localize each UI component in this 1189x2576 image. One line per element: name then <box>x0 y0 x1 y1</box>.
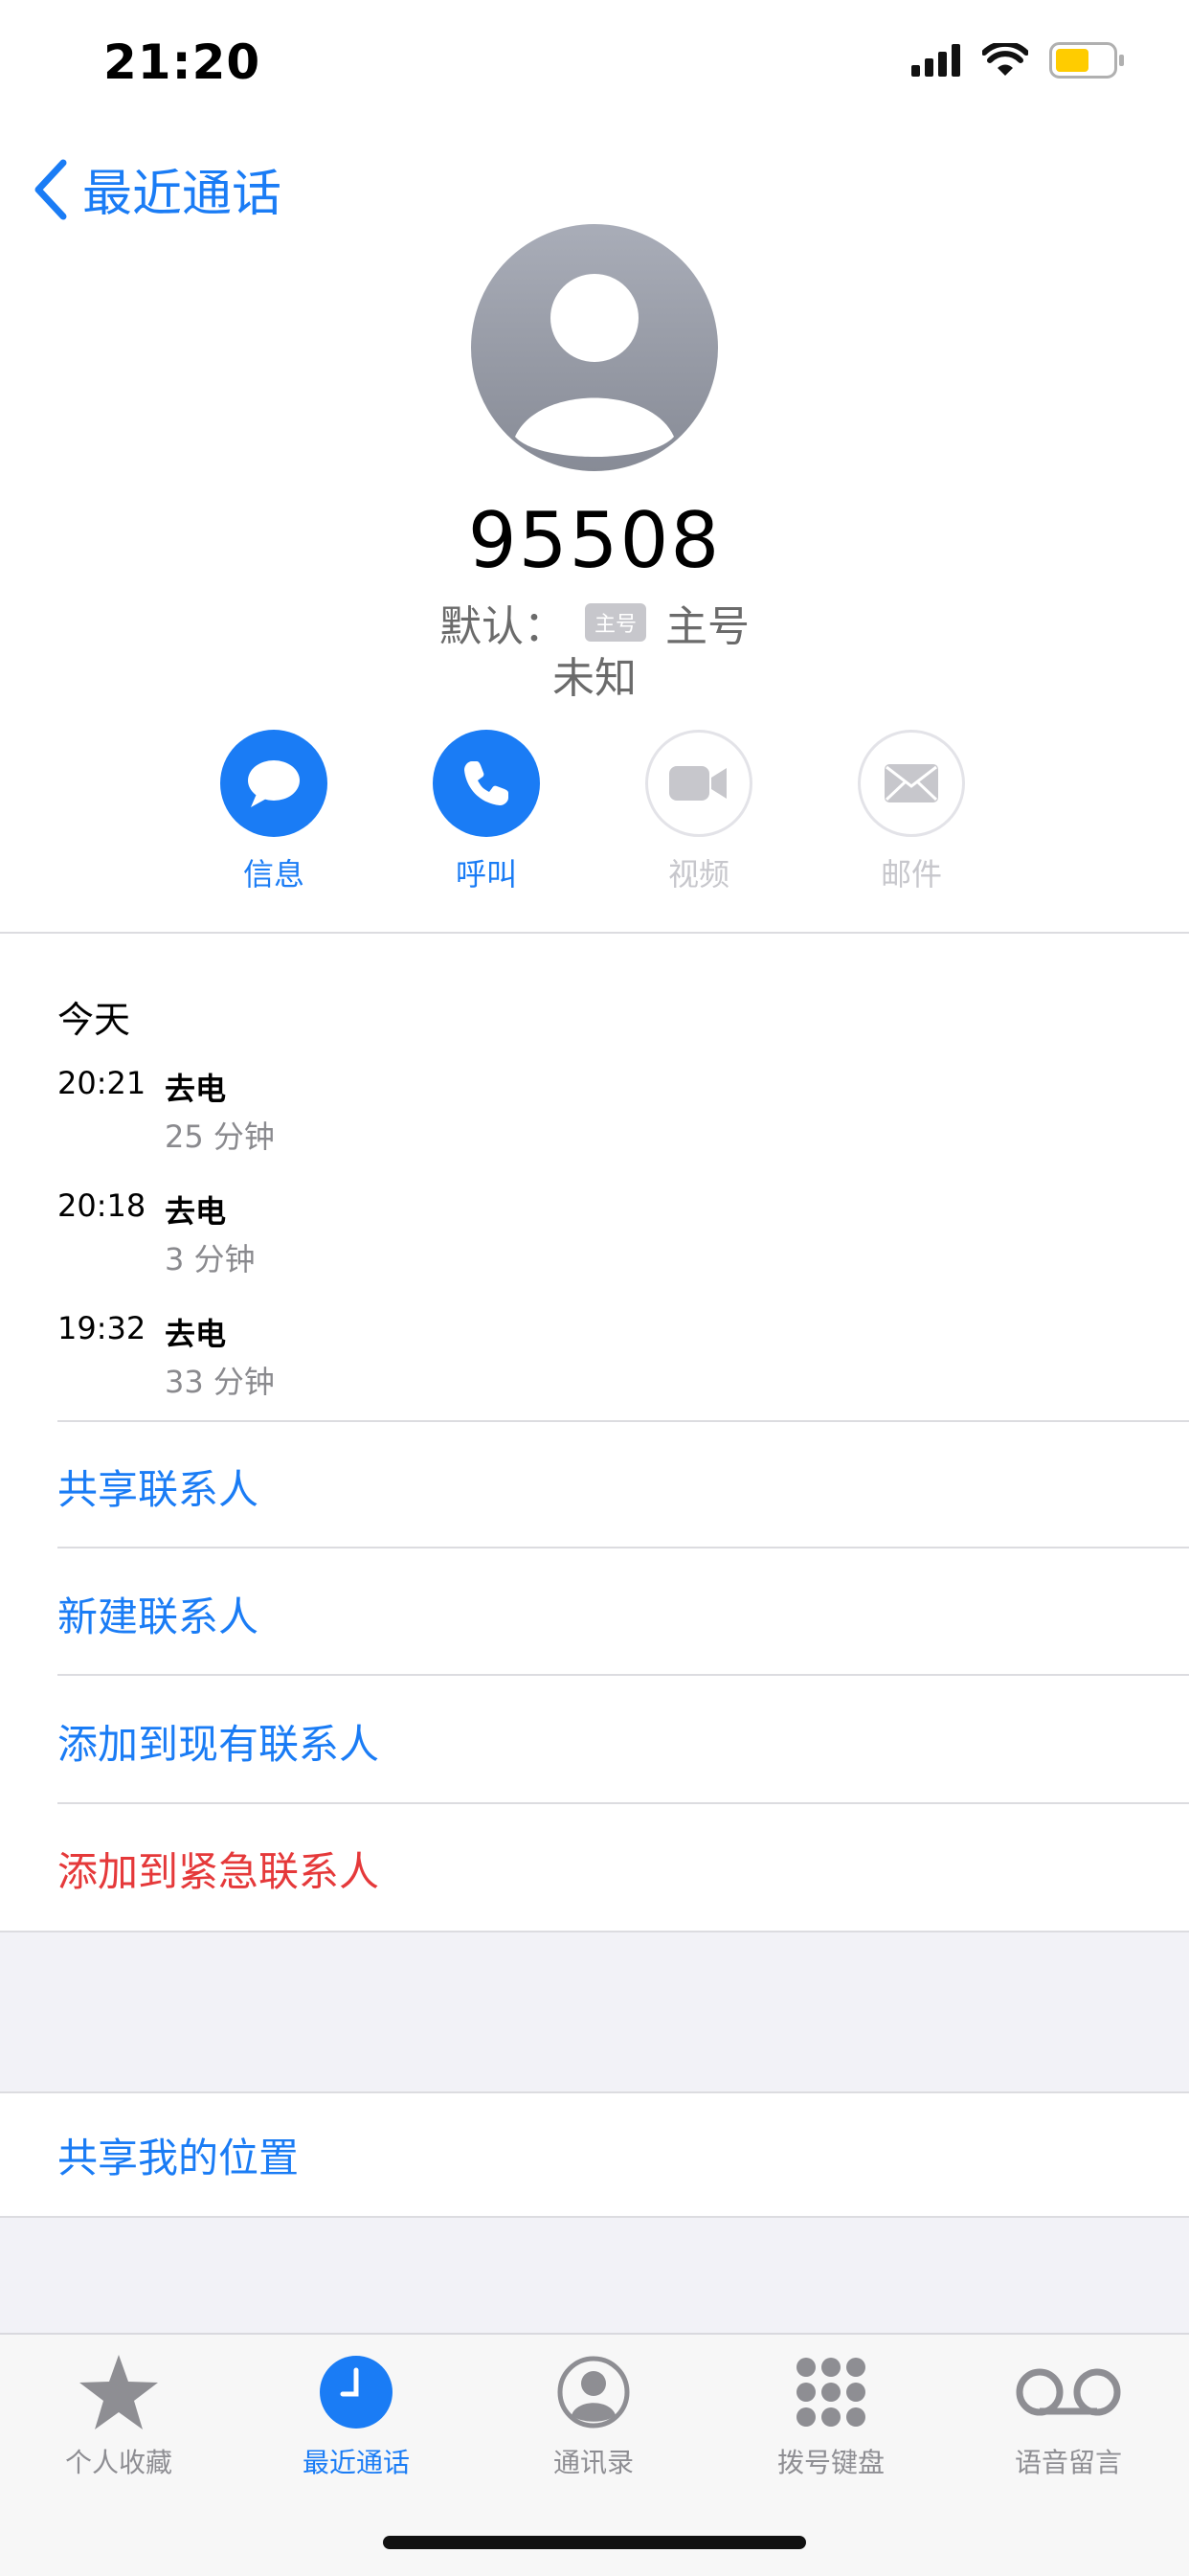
phone-icon <box>464 761 508 805</box>
battery-icon <box>1049 42 1124 79</box>
call-duration: 33 分钟 <box>165 1364 275 1400</box>
tab-label: 语音留言 <box>1014 2447 1122 2478</box>
tab-keypad[interactable]: 拨号键盘 <box>726 2346 936 2480</box>
cellular-signal-icon <box>911 44 960 77</box>
share-location-button[interactable]: 共享我的位置 <box>57 2126 299 2184</box>
star-icon <box>79 2355 158 2429</box>
message-circle[interactable] <box>220 730 327 837</box>
call-time: 19:32 <box>57 1310 146 1346</box>
tab-recents[interactable]: 最近通话 <box>251 2346 461 2480</box>
list-divider <box>57 1547 1189 1548</box>
avatar <box>471 224 718 471</box>
mail-circle <box>858 730 965 837</box>
add-to-existing-contact-button[interactable]: 添加到现有联系人 <box>57 1712 379 1771</box>
call-duration: 25 分钟 <box>165 1119 275 1155</box>
call-type: 去电 <box>165 1193 227 1230</box>
tab-contacts[interactable]: 通讯录 <box>488 2346 699 2480</box>
line-tag-badge: 主号 <box>584 603 646 642</box>
contact-number: 95508 <box>467 496 722 585</box>
group-separator <box>0 2216 1189 2335</box>
call-time: 20:21 <box>57 1065 146 1101</box>
message-button[interactable]: 信息 <box>220 730 327 894</box>
group-separator <box>0 1931 1189 2093</box>
home-indicator[interactable] <box>383 2536 806 2549</box>
video-button: 视频 <box>645 730 752 894</box>
recents-date-title: 今天 <box>57 999 131 1041</box>
wifi-icon <box>982 43 1028 76</box>
mail-icon <box>885 764 938 802</box>
tab-label: 拨号键盘 <box>776 2447 885 2478</box>
mail-label: 邮件 <box>880 856 942 893</box>
call-button[interactable]: 呼叫 <box>433 730 540 894</box>
mail-button: 邮件 <box>858 730 965 894</box>
tab-favorites[interactable]: 个人收藏 <box>13 2346 224 2480</box>
video-circle <box>645 730 752 837</box>
voicemail-icon <box>1016 2368 1121 2416</box>
back-label: 最近通话 <box>82 166 282 223</box>
call-label: 呼叫 <box>455 856 517 893</box>
tab-label: 最近通话 <box>302 2447 410 2478</box>
call-duration: 3 分钟 <box>165 1241 256 1277</box>
create-contact-button[interactable]: 新建联系人 <box>57 1585 258 1643</box>
video-icon <box>669 766 727 801</box>
share-contact-button[interactable]: 共享联系人 <box>57 1457 258 1516</box>
call-time: 20:18 <box>57 1187 146 1224</box>
tab-label: 个人收藏 <box>64 2447 172 2478</box>
tab-voicemail[interactable]: 语音留言 <box>963 2346 1174 2480</box>
list-divider <box>57 1420 1189 1422</box>
location-text: 未知 <box>552 654 637 703</box>
person-silhouette-icon <box>515 274 674 457</box>
status-time: 21:20 <box>103 34 261 90</box>
section-divider <box>0 932 1189 934</box>
add-emergency-contact-button[interactable]: 添加到紧急联系人 <box>57 1840 379 1898</box>
call-circle[interactable] <box>433 730 540 837</box>
video-label: 视频 <box>667 856 729 893</box>
message-icon <box>248 760 300 807</box>
person-circle-icon <box>557 2356 630 2429</box>
tab-label: 通讯录 <box>552 2447 634 2478</box>
message-label: 信息 <box>242 856 304 893</box>
call-type: 去电 <box>165 1071 227 1107</box>
list-divider <box>57 1802 1189 1804</box>
list-divider <box>57 1674 1189 1676</box>
keypad-icon <box>796 2358 865 2427</box>
call-type: 去电 <box>165 1316 227 1352</box>
clock-icon <box>320 2356 393 2429</box>
chevron-left-icon <box>34 159 67 219</box>
back-button[interactable]: 最近通话 <box>33 153 281 225</box>
status-icons <box>911 42 1126 79</box>
